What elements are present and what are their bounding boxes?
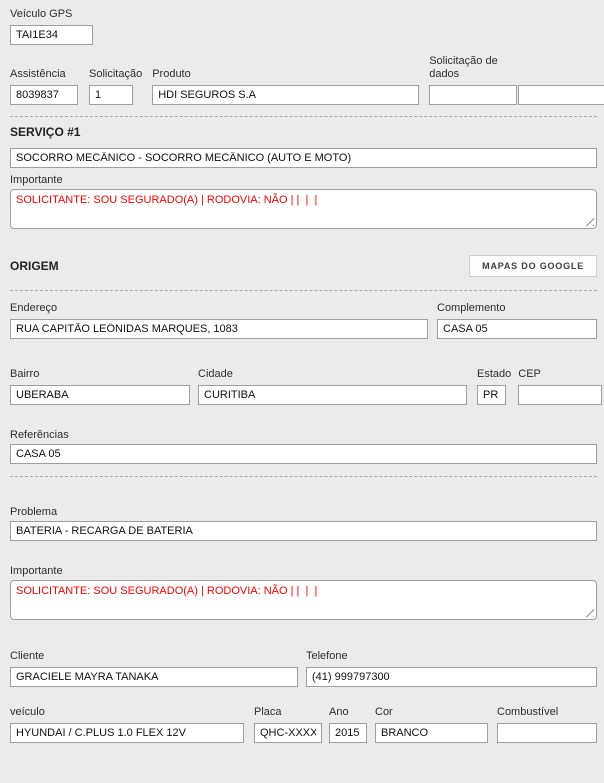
servico-importante-textarea[interactable]: SOLICITANTE: SOU SEGURADO(A) | RODOVIA: … [10, 189, 597, 229]
vehicle-gps-input[interactable] [10, 25, 93, 45]
ano-input[interactable] [329, 723, 367, 743]
produto-field: Produto [152, 68, 419, 105]
placa-label: Placa [254, 706, 322, 719]
assistencia-field: Assistência [10, 68, 78, 105]
cidade-field: Cidade [198, 368, 467, 405]
origem-header: ORIGEM MAPAS DO GOOGLE [10, 255, 597, 277]
cliente-field: Cliente [10, 650, 298, 687]
service-form: Veículo GPS Assistência Solicitação Prod… [0, 0, 604, 783]
cep-field: CEP [518, 368, 602, 405]
estado-field: Estado [477, 368, 511, 405]
veiculo-input[interactable] [10, 723, 244, 743]
solicitacao-field: Solicitação [89, 68, 142, 105]
cor-input[interactable] [375, 723, 488, 743]
endereco-label: Endereço [10, 302, 428, 315]
produto-input[interactable] [152, 85, 419, 105]
cliente-input[interactable] [10, 667, 298, 687]
problema-importante-label: Importante [10, 565, 597, 577]
bairro-field: Bairro [10, 368, 190, 405]
complemento-label: Complemento [437, 302, 597, 315]
estado-label: Estado [477, 368, 511, 381]
endereco-field: Endereço [10, 302, 428, 339]
solicitacao-input[interactable] [89, 85, 133, 105]
solicitacao-dados-field: Solicitação de dados [429, 55, 604, 105]
divider [10, 290, 597, 291]
solicitacao-dados-input-1[interactable] [429, 85, 517, 105]
problema-input[interactable] [10, 521, 597, 541]
problema-importante-wrap: SOLICITANTE: SOU SEGURADO(A) | RODOVIA: … [10, 580, 597, 620]
cidade-label: Cidade [198, 368, 467, 381]
bairro-input[interactable] [10, 385, 190, 405]
combustivel-field: Combustível [497, 706, 597, 743]
assistencia-input[interactable] [10, 85, 78, 105]
complemento-field: Complemento [437, 302, 597, 339]
placa-input[interactable] [254, 723, 322, 743]
servico-input[interactable] [10, 148, 597, 168]
telefone-field: Telefone [306, 650, 597, 687]
problema-label: Problema [10, 506, 597, 518]
veiculo-label: veículo [10, 706, 244, 719]
veiculo-row: veículo Placa Ano Cor Combustível [10, 706, 597, 743]
divider [10, 116, 597, 117]
ano-label: Ano [329, 706, 367, 719]
endereco-input[interactable] [10, 319, 428, 339]
telefone-input[interactable] [306, 667, 597, 687]
cidade-input[interactable] [198, 385, 467, 405]
ano-field: Ano [329, 706, 367, 743]
cor-field: Cor [375, 706, 488, 743]
complemento-input[interactable] [437, 319, 597, 339]
cor-label: Cor [375, 706, 488, 719]
assistance-row: Assistência Solicitação Produto Solicita… [10, 55, 597, 105]
combustivel-input[interactable] [497, 723, 597, 743]
referencias-label: Referências [10, 429, 597, 441]
servico-section-title: SERVIÇO #1 [10, 126, 597, 139]
cliente-row: Cliente Telefone [10, 650, 597, 687]
referencias-input[interactable] [10, 444, 597, 464]
solicitacao-dados-input-2[interactable] [518, 85, 604, 105]
vehicle-gps-field: Veículo GPS [10, 8, 597, 45]
estado-input[interactable] [477, 385, 506, 405]
vehicle-gps-label: Veículo GPS [10, 8, 597, 21]
solicitacao-dados-inputs [429, 85, 604, 105]
assistencia-label: Assistência [10, 68, 78, 81]
veiculo-field: veículo [10, 706, 244, 743]
bairro-row: Bairro Cidade Estado CEP [10, 368, 597, 405]
bairro-label: Bairro [10, 368, 190, 381]
cep-label: CEP [518, 368, 602, 381]
servico-importante-label: Importante [10, 174, 597, 186]
endereco-row: Endereço Complemento [10, 302, 597, 339]
produto-label: Produto [152, 68, 419, 81]
telefone-label: Telefone [306, 650, 597, 663]
servico-importante-wrap: SOLICITANTE: SOU SEGURADO(A) | RODOVIA: … [10, 189, 597, 229]
origem-section-title: ORIGEM [10, 260, 59, 273]
cep-input[interactable] [518, 385, 602, 405]
problema-importante-textarea[interactable]: SOLICITANTE: SOU SEGURADO(A) | RODOVIA: … [10, 580, 597, 620]
solicitacao-dados-label: Solicitação de dados [429, 55, 519, 81]
divider [10, 476, 597, 477]
combustivel-label: Combustível [497, 706, 597, 719]
mapas-google-button[interactable]: MAPAS DO GOOGLE [469, 255, 597, 277]
solicitacao-label: Solicitação [89, 68, 142, 81]
placa-field: Placa [254, 706, 322, 743]
cliente-label: Cliente [10, 650, 298, 663]
